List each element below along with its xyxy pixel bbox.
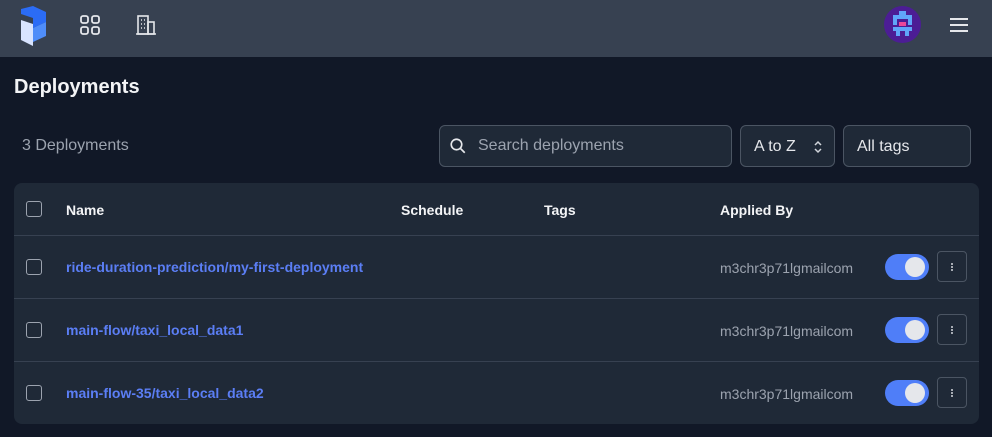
grid-icon[interactable] [78, 13, 102, 37]
sort-select-value: A to Z [754, 138, 796, 155]
deployment-active-toggle[interactable] [885, 380, 929, 406]
deployment-name: ride-duration-prediction/my-first-deploy… [66, 259, 364, 275]
flow-link[interactable]: main-flow-35 [66, 385, 152, 401]
column-header-applied-by[interactable]: Applied By [720, 202, 793, 218]
deployment-name: main-flow/taxi_local_data1 [66, 322, 244, 338]
deployment-link[interactable]: taxi_local_data1 [135, 322, 243, 338]
flow-link[interactable]: main-flow [66, 322, 131, 338]
deployments-table: Name Schedule Tags Applied By ride-durat… [14, 183, 979, 424]
deployment-count: 3 Deployments [22, 137, 129, 154]
table-row: main-flow/taxi_local_data1 m3chr3p71lgma… [14, 299, 979, 361]
tags-filter-select[interactable]: All tags [843, 125, 971, 167]
more-actions-icon[interactable] [937, 251, 967, 282]
row-checkbox[interactable] [26, 259, 42, 275]
deployment-name: main-flow-35/taxi_local_data2 [66, 385, 264, 401]
table-row: main-flow-35/taxi_local_data2 m3chr3p71l… [14, 362, 979, 424]
flow-link[interactable]: ride-duration-prediction [66, 259, 225, 275]
column-header-name[interactable]: Name [66, 202, 104, 218]
page-title: Deployments [14, 76, 140, 98]
search-icon [450, 138, 466, 154]
building-icon[interactable] [134, 13, 158, 37]
applied-by: m3chr3p71lgmailcom [720, 260, 854, 276]
deployment-active-toggle[interactable] [885, 254, 929, 280]
chevron-up-down-icon [814, 140, 822, 154]
deployment-link[interactable]: my-first-deployment [229, 259, 364, 275]
more-actions-icon[interactable] [937, 377, 967, 408]
prefect-logo-icon[interactable] [18, 6, 48, 46]
table-row: ride-duration-prediction/my-first-deploy… [14, 236, 979, 298]
applied-by: m3chr3p71lgmailcom [720, 323, 854, 339]
more-actions-icon[interactable] [937, 314, 967, 345]
column-header-schedule[interactable]: Schedule [401, 202, 463, 218]
select-all-checkbox[interactable] [26, 201, 42, 217]
user-avatar[interactable] [884, 6, 921, 43]
sort-select[interactable]: A to Z [740, 125, 835, 167]
search-box[interactable] [439, 125, 732, 167]
tags-filter-value: All tags [857, 138, 910, 155]
row-checkbox[interactable] [26, 385, 42, 401]
search-input[interactable] [478, 126, 723, 166]
row-checkbox[interactable] [26, 322, 42, 338]
deployment-link[interactable]: taxi_local_data2 [155, 385, 263, 401]
hamburger-menu-icon[interactable] [947, 13, 971, 37]
applied-by: m3chr3p71lgmailcom [720, 386, 854, 402]
column-header-tags[interactable]: Tags [544, 202, 576, 218]
top-navigation-bar [0, 0, 992, 57]
deployment-active-toggle[interactable] [885, 317, 929, 343]
